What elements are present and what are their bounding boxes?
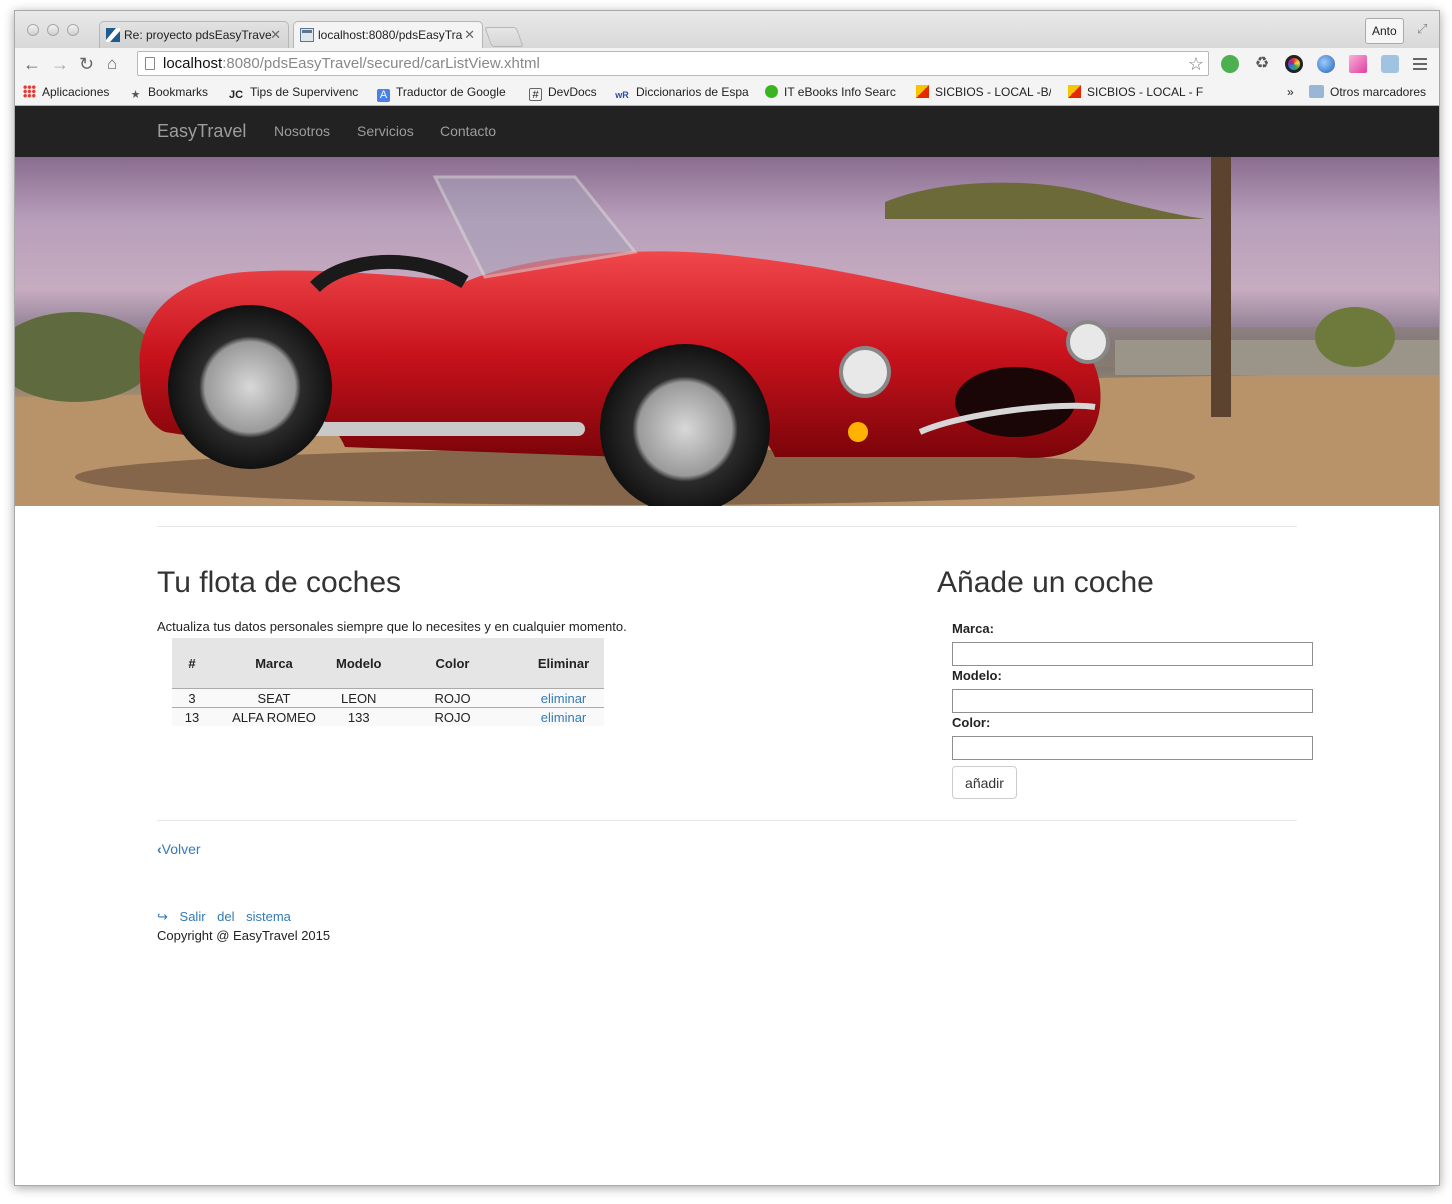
- divider-bottom: [157, 820, 1297, 821]
- color-wheel-icon[interactable]: [1285, 55, 1303, 73]
- column-header-eliminar: Eliminar: [523, 638, 604, 689]
- mail-favicon-icon: [106, 28, 120, 42]
- cell-color: ROJO: [381, 707, 524, 726]
- cell-color: ROJO: [381, 688, 524, 708]
- tab-localhost[interactable]: localhost:8080/pdsEasyTra ✕: [293, 21, 483, 48]
- home-icon[interactable]: ⌂: [107, 52, 117, 76]
- page-favicon-icon: [300, 28, 314, 42]
- tab-close-icon[interactable]: ✕: [464, 22, 475, 48]
- hero-banner-image: [15, 157, 1439, 506]
- browser-window: Re: proyecto pdsEasyTrave ✕ localhost:80…: [14, 10, 1440, 1186]
- fleet-description: Actualiza tus datos personales siempre q…: [157, 619, 627, 634]
- nav-link-nosotros[interactable]: Nosotros: [274, 106, 330, 157]
- fullscreen-icon[interactable]: ⤢: [1417, 21, 1427, 37]
- column-header-marca: Marca: [212, 638, 336, 689]
- hash-icon: #: [529, 88, 542, 101]
- table-row: 3 SEAT LEON ROJO eliminar: [172, 688, 604, 708]
- delete-link[interactable]: eliminar: [541, 691, 587, 706]
- web-page: EasyTravel Nosotros Servicios Contacto T…: [15, 106, 1439, 1185]
- globe-icon[interactable]: [1317, 55, 1335, 73]
- bookmarks-overflow-button[interactable]: »: [1287, 80, 1294, 105]
- forward-arrow-icon[interactable]: →: [51, 52, 69, 76]
- tab-title: Re: proyecto pdsEasyTrave: [124, 28, 272, 42]
- fleet-title: Tu flota de coches: [157, 566, 402, 599]
- table-row: 13 ALFA ROMEO 133 ROJO eliminar: [172, 707, 604, 726]
- jc-icon: JC: [228, 89, 244, 101]
- bookmark-itebooks[interactable]: IT eBooks Info Searc: [765, 80, 900, 105]
- reload-icon[interactable]: ↻: [79, 52, 94, 76]
- camera-icon[interactable]: [1381, 55, 1399, 73]
- cell-id: 13: [172, 707, 212, 726]
- minimize-window-button[interactable]: [47, 24, 59, 36]
- sicbios-icon: [1068, 85, 1081, 98]
- close-window-button[interactable]: [27, 24, 39, 36]
- bookmark-devdocs[interactable]: # DevDocs: [529, 80, 597, 105]
- logout-link[interactable]: ↪ Salir del sistema: [157, 909, 291, 925]
- new-tab-button[interactable]: [484, 27, 524, 47]
- table-header-row: # Marca Modelo Color Eliminar: [172, 638, 604, 689]
- copyright-text: Copyright @ EasyTravel 2015: [157, 928, 331, 943]
- hangouts-icon[interactable]: [1221, 55, 1239, 73]
- modelo-input[interactable]: [952, 689, 1313, 713]
- red-car-illustration: [15, 157, 1439, 506]
- back-arrow-icon[interactable]: ←: [23, 52, 41, 76]
- marca-input[interactable]: [952, 642, 1313, 666]
- site-brand[interactable]: EasyTravel: [157, 106, 246, 157]
- nav-link-contacto[interactable]: Contacto: [440, 106, 496, 157]
- apps-grid-icon: [23, 85, 36, 98]
- column-header-color: Color: [381, 638, 524, 689]
- cell-marca: ALFA ROMEO: [212, 707, 336, 726]
- tab-email[interactable]: Re: proyecto pdsEasyTrave ✕: [99, 21, 289, 48]
- modelo-label: Modelo:: [952, 668, 1002, 683]
- bookmark-translate[interactable]: A Traductor de Google: [377, 80, 506, 105]
- nav-link-servicios[interactable]: Servicios: [357, 106, 414, 157]
- bookmark-diccionarios[interactable]: wR Diccionarios de Espa: [614, 80, 749, 105]
- other-bookmarks-folder[interactable]: Otros marcadores: [1309, 80, 1426, 105]
- delete-link[interactable]: eliminar: [541, 710, 587, 725]
- zoom-window-button[interactable]: [67, 24, 79, 36]
- column-header-id: #: [172, 638, 212, 689]
- bookmark-tips[interactable]: JC Tips de Supervivenc: [228, 80, 363, 105]
- cell-modelo: 133: [336, 707, 382, 726]
- logout-icon: ↪: [157, 909, 168, 924]
- tab-strip: Re: proyecto pdsEasyTrave ✕ localhost:80…: [15, 11, 1439, 48]
- profile-button[interactable]: Anto: [1365, 18, 1404, 44]
- recycle-icon[interactable]: ♻: [1253, 55, 1271, 73]
- color-input[interactable]: [952, 736, 1313, 760]
- sicbios-icon: [916, 85, 929, 98]
- cell-id: 3: [172, 688, 212, 708]
- star-icon: ★: [130, 89, 141, 101]
- bookmark-apps[interactable]: Aplicaciones: [23, 80, 109, 105]
- add-car-title: Añade un coche: [937, 566, 1154, 599]
- bookmark-bookmarks[interactable]: ★ Bookmarks: [129, 80, 208, 105]
- cell-modelo: LEON: [336, 688, 382, 708]
- green-ball-icon: [765, 85, 778, 98]
- back-link[interactable]: ‹Volver: [157, 841, 201, 857]
- bookmark-sicbios-2[interactable]: SICBIOS - LOCAL - F: [1068, 80, 1203, 105]
- address-bar[interactable]: localhost:8080/pdsEasyTravel/secured/car…: [137, 51, 1209, 76]
- divider-top: [157, 526, 1297, 527]
- tab-close-icon[interactable]: ✕: [270, 22, 281, 48]
- bookmarks-bar: Aplicaciones ★ Bookmarks JC Tips de Superv…: [15, 80, 1439, 106]
- translate-icon: A: [377, 89, 390, 102]
- tab-title: localhost:8080/pdsEasyTra: [318, 28, 463, 42]
- bookmark-star-icon[interactable]: ☆: [1188, 53, 1204, 75]
- bookmark-sicbios-1[interactable]: SICBIOS - LOCAL -B/: [916, 80, 1051, 105]
- folder-icon: [1309, 85, 1324, 98]
- url-text: localhost:8080/pdsEasyTravel/secured/car…: [163, 55, 540, 72]
- page-icon: [145, 57, 155, 70]
- cell-marca: SEAT: [212, 688, 336, 708]
- wr-icon: wR: [615, 90, 629, 100]
- gradient-icon[interactable]: [1349, 55, 1367, 73]
- cars-table: # Marca Modelo Color Eliminar 3 SEAT LEO…: [172, 638, 604, 726]
- menu-icon[interactable]: [1413, 55, 1427, 73]
- marca-label: Marca:: [952, 621, 994, 636]
- browser-toolbar: ← → ↻ ⌂ localhost:8080/pdsEasyTravel/sec…: [15, 48, 1439, 80]
- site-navbar: EasyTravel Nosotros Servicios Contacto: [15, 106, 1439, 157]
- add-car-button[interactable]: añadir: [952, 766, 1017, 799]
- column-header-modelo: Modelo: [336, 638, 382, 689]
- color-label: Color:: [952, 715, 991, 730]
